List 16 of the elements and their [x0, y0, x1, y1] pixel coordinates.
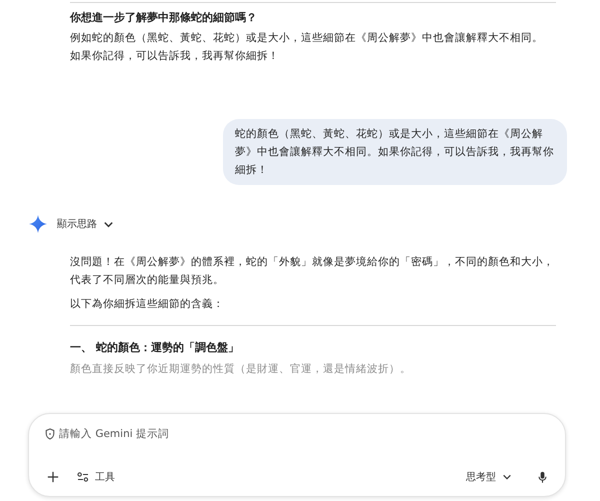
- sliders-icon: [77, 472, 89, 482]
- response-text: 沒問題！在《周公解夢》的體系裡，蛇的「外貌」就像是夢境給你的「密碼」，不同的顏色和大小，代表了不同層次的能量與預兆。: [70, 255, 555, 288]
- model-picker[interactable]: 思考型: [464, 468, 514, 486]
- add-button[interactable]: [45, 469, 61, 485]
- response-text: 顏色直接反映了你近期運勢的性質（是財運、官運，還是情緒波折）。: [70, 362, 412, 377]
- section-heading: 你想進一步了解夢中那條蛇的細節嗎？: [70, 10, 258, 26]
- user-message: 蛇的顏色（黑蛇、黃蛇、花蛇）或是大小，這些細節在《周公解夢》中也會讓解釋大不相同。如果你記得，可以告訴我，我再幫你細拆！: [223, 119, 567, 185]
- section-heading: 一、 蛇的顏色：運勢的「調色盤」: [70, 340, 240, 356]
- sparkle-icon: [29, 215, 47, 233]
- response-text: 如果你記得，可以告訴我，我再幫你細拆！: [70, 49, 280, 64]
- response-text: 以下為你細拆這些細節的含義：: [70, 297, 225, 312]
- response-text: 例如蛇的顏色（黑蛇、黃蛇、花蛇）或是大小，這些細節在《周公解夢》中也會讓解釋大不相同。: [70, 31, 544, 46]
- shield-icon: [45, 428, 55, 440]
- tools-button[interactable]: 工具: [75, 468, 117, 486]
- chevron-icon: [502, 472, 512, 482]
- show-thinking-toggle[interactable]: 顯示思路: [57, 217, 114, 231]
